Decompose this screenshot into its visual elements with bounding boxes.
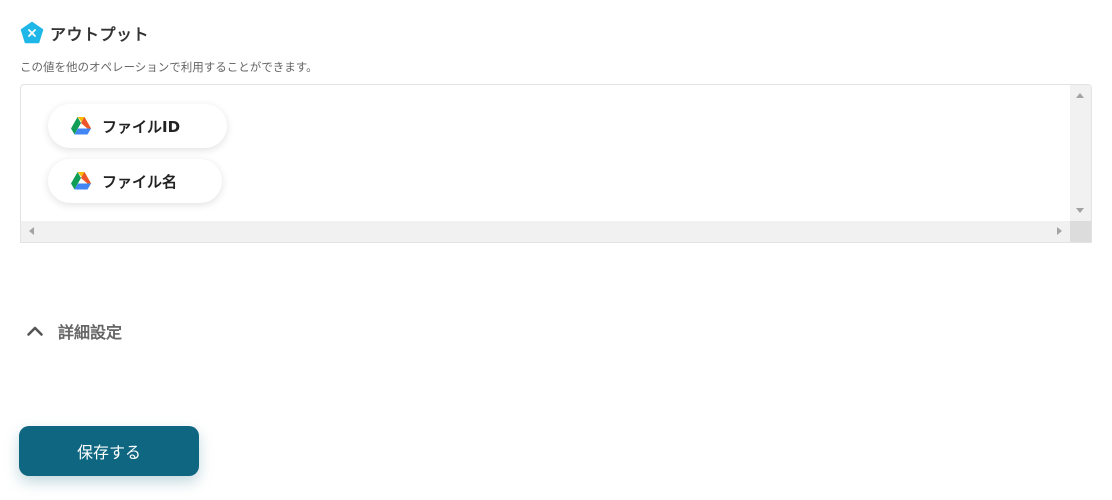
x-pentagon-icon (20, 21, 44, 44)
google-drive-icon (71, 117, 91, 135)
advanced-settings-label: 詳細設定 (58, 323, 123, 342)
scrollbar-corner (1070, 221, 1091, 242)
vertical-scrollbar[interactable] (1070, 85, 1091, 221)
chip-label: ファイルID (102, 117, 181, 136)
chevron-up-icon (27, 326, 43, 336)
output-chip-file-name[interactable]: ファイル名 (48, 159, 222, 203)
horizontal-scrollbar[interactable] (21, 221, 1070, 242)
scroll-left-arrow-icon[interactable] (29, 227, 34, 235)
output-header: アウトプット (20, 21, 149, 45)
output-title: アウトプット (50, 25, 150, 44)
output-variables-box: ファイルID ファイル名 (20, 84, 1092, 243)
output-description: この値を他のオペレーションで利用することができます。 (20, 60, 318, 74)
scroll-up-arrow-icon[interactable] (1076, 93, 1084, 98)
advanced-settings-toggle[interactable]: 詳細設定 (26, 320, 122, 342)
output-chip-file-id[interactable]: ファイルID (48, 104, 227, 148)
scroll-down-arrow-icon[interactable] (1076, 208, 1084, 213)
google-drive-icon (71, 172, 91, 190)
save-button[interactable]: 保存する (19, 426, 199, 476)
scroll-right-arrow-icon[interactable] (1057, 227, 1062, 235)
chip-label: ファイル名 (102, 172, 178, 191)
